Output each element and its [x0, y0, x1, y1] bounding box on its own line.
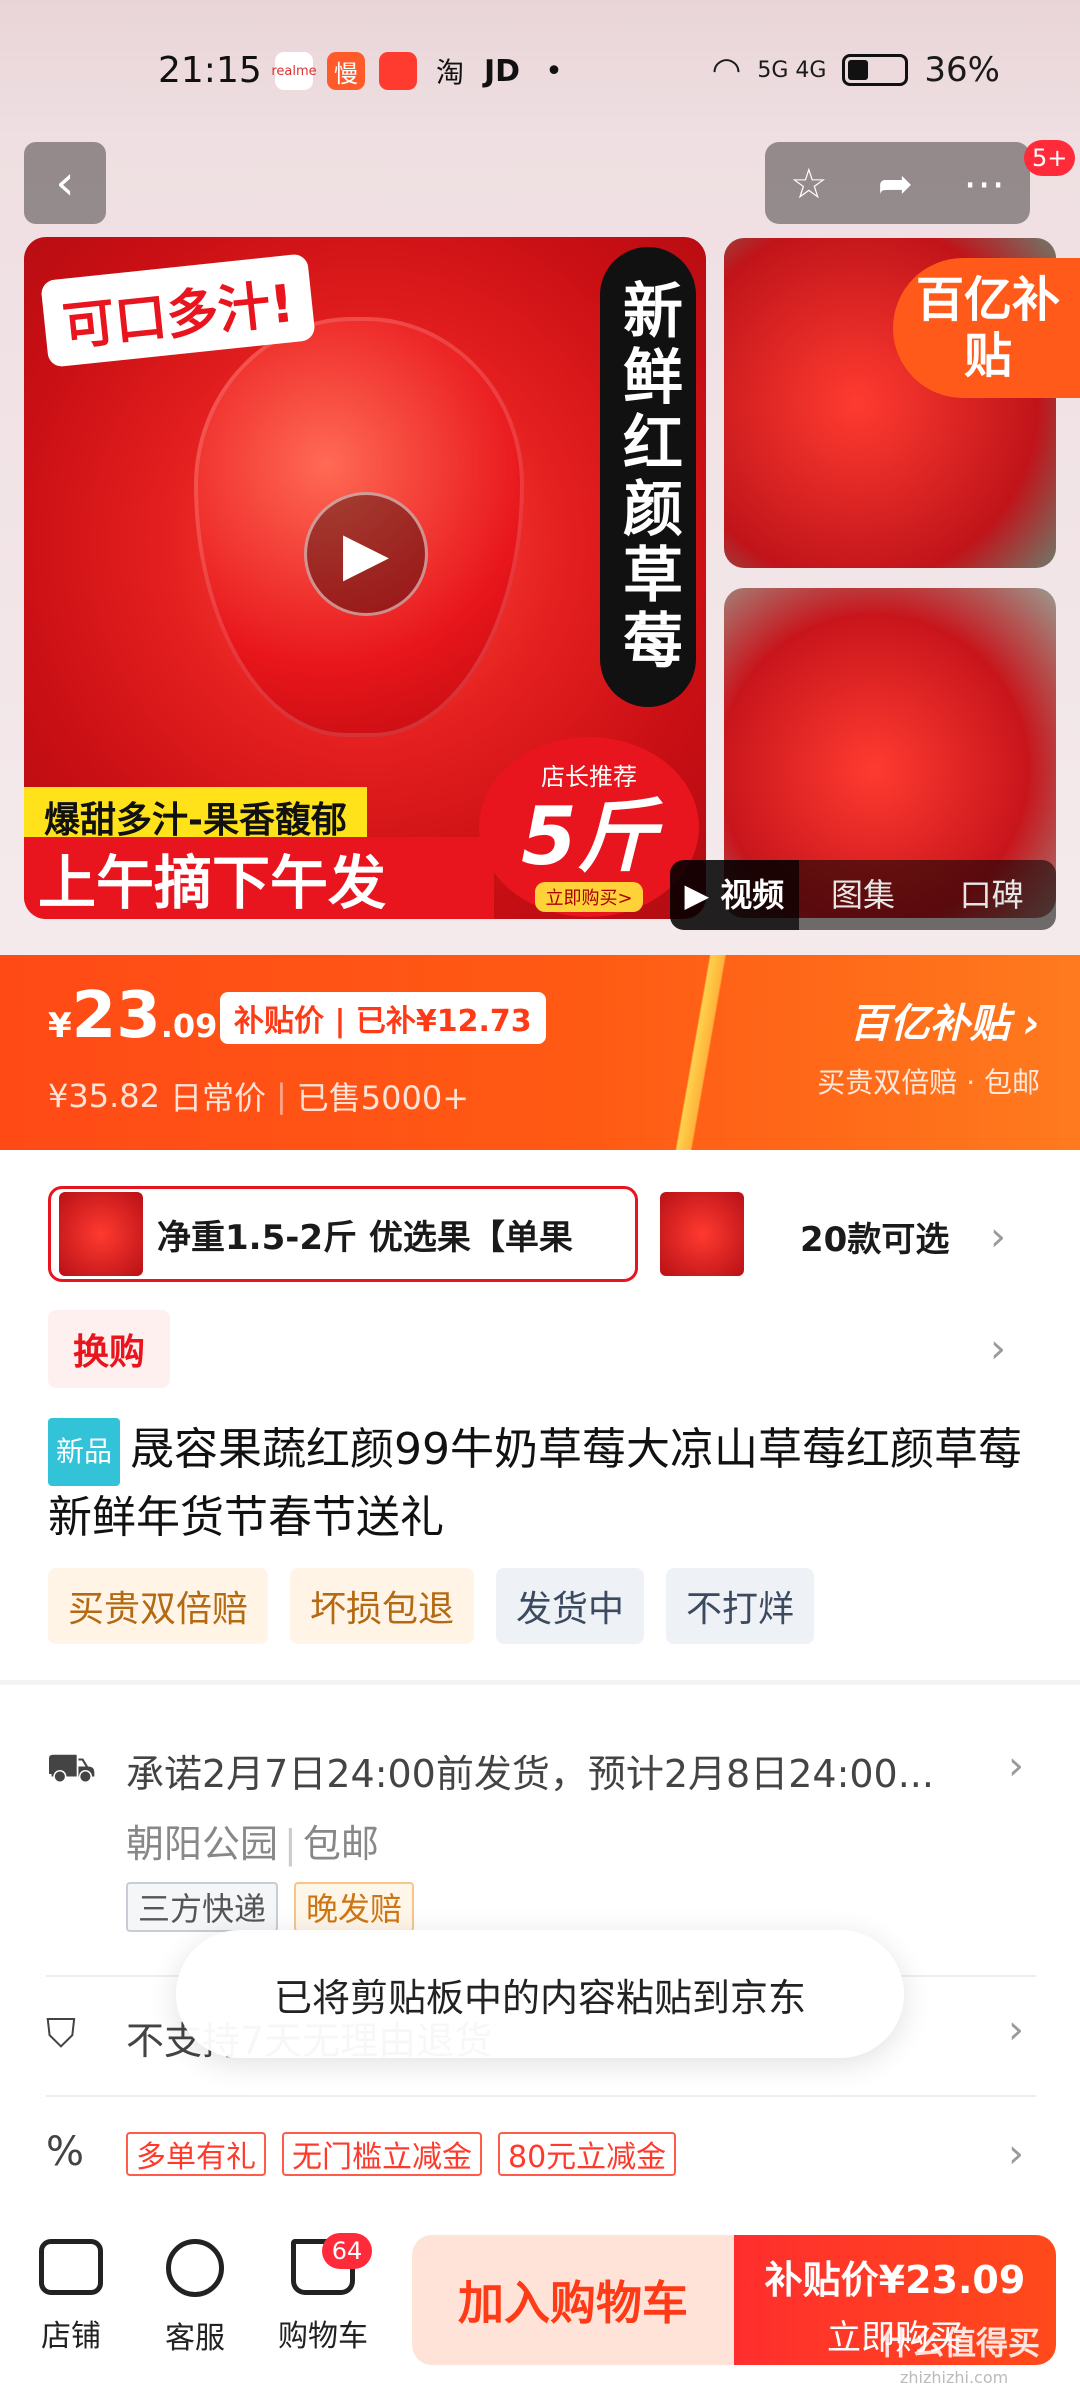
product-info-card: 净重1.5-2斤 优选果【单果 20款可选 › 换购 › 新品 晟容果蔬红颜99牛…	[0, 1150, 1080, 1680]
buy-price: 补贴价¥23.09	[764, 2258, 1026, 2302]
sku-option-selected[interactable]: 净重1.5-2斤 优选果【单果	[48, 1186, 638, 1282]
sku-option[interactable]	[660, 1192, 744, 1276]
store-icon	[39, 2239, 103, 2295]
product-title-text: 晟容果蔬红颜99牛奶草莓大凉山草莓红颜草莓新鲜年货节春节送礼	[48, 1424, 1023, 1543]
recommend-weight: 5斤	[521, 790, 657, 883]
sku-label: 净重1.5-2斤 优选果【单果	[157, 1217, 573, 1258]
play-icon[interactable]: ▶	[304, 492, 428, 616]
back-button[interactable]: ‹	[24, 142, 106, 224]
chevron-right-icon[interactable]: ›	[1008, 1743, 1024, 1789]
status-bar: 21:15 realme 慢 淘 JD • ◠ 5G 4G 36%	[0, 0, 1080, 140]
battery-icon	[842, 54, 909, 86]
ship-origin: 朝阳公园	[126, 1822, 279, 1866]
ship-tag: 晚发赔	[294, 1882, 415, 1932]
store-button[interactable]: 店铺	[16, 2239, 126, 2355]
watermark: 什么值得买	[880, 2324, 1041, 2362]
divider: |	[275, 1077, 287, 1115]
store-label: 店铺	[41, 2319, 101, 2354]
subsidy-corner-badge: 百亿补贴	[893, 258, 1080, 398]
taobao-app-icon: 淘	[435, 56, 464, 89]
product-title: 新品 晟容果蔬红颜99牛奶草莓大凉山草莓红颜草莓新鲜年货节春节送礼	[48, 1418, 1038, 1550]
customer-service-button[interactable]: 客服	[140, 2239, 250, 2357]
price-currency: ¥	[48, 1006, 72, 1046]
original-price-row: ¥35.82 日常价 | 已售5000+	[48, 1073, 469, 1119]
more-icon[interactable]: ⋯	[963, 159, 1005, 208]
image-recommend-badge: 店长推荐 5斤 立即购买>	[479, 737, 699, 917]
price-integer: 23	[71, 979, 161, 1053]
ship-tag: 三方快递	[126, 1882, 279, 1932]
realme-app-icon: realme	[271, 52, 317, 90]
service-icon	[166, 2239, 224, 2297]
main-product-image[interactable]: 可口多汁! 新鲜红颜草莓 爆甜多汁-果香馥郁 上午摘下午发 店长推荐 5斤 立即…	[24, 237, 706, 919]
current-price: ¥23.09	[48, 979, 217, 1053]
service-tag: 坏损包退	[290, 1568, 475, 1644]
original-price-label: 日常价	[169, 1079, 266, 1117]
image-vertical-title: 新鲜红颜草莓	[600, 247, 696, 707]
free-shipping: 包邮	[302, 1822, 379, 1866]
signal-icon: 5G 4G	[757, 57, 827, 83]
share-icon[interactable]: ➦	[878, 159, 913, 208]
service-tag: 不打烊	[666, 1568, 815, 1644]
watermark-sub: zhizhizhi.com	[900, 2368, 1009, 2387]
media-tabs: ▶ 视频 图集 口碑	[670, 860, 1056, 930]
recommend-label: 店长推荐	[541, 763, 637, 791]
service-label: 客服	[165, 2321, 225, 2356]
price-band: ¥23.09 补贴价 | 已补¥12.73 ¥35.82 日常价 | 已售500…	[0, 955, 1080, 1150]
tab-video[interactable]: ▶ 视频	[670, 860, 799, 930]
shield-icon: ⛉	[46, 2011, 76, 2057]
lightning-decoration	[640, 955, 760, 1150]
ship-tags: 三方快递 晚发赔	[126, 1882, 415, 1932]
wifi-icon: ◠	[711, 50, 742, 90]
chevron-right-icon[interactable]: ›	[990, 1326, 1006, 1372]
add-to-cart-button[interactable]: 加入购物车	[412, 2235, 734, 2365]
swap-tag[interactable]: 换购	[48, 1310, 170, 1388]
image-main-banner: 上午摘下午发	[24, 837, 494, 919]
top-action-group: ☆ ➦ ⋯	[765, 142, 1030, 224]
promo-tag: 80元立减金	[498, 2132, 677, 2176]
jd-app-icon: JD	[483, 53, 521, 89]
sold-count: 已售5000+	[296, 1079, 470, 1117]
subsidy-brand-sub: 买贵双倍赔 · 包邮	[817, 1066, 1040, 1099]
original-price: ¥35.82	[48, 1077, 160, 1115]
ship-promise[interactable]: 承诺2月7日24:00前发货，预计2月8日24:00...	[126, 1743, 934, 1798]
chevron-right-icon[interactable]: ›	[1008, 2131, 1024, 2177]
subsidy-brand-link[interactable]: 百亿补贴 ›	[850, 991, 1040, 1049]
discount-icon: %	[46, 2129, 85, 2175]
cart-count-badge: 64	[322, 2233, 372, 2269]
service-tags: 买贵双倍赔 坏损包退 发货中 不打烊	[48, 1568, 815, 1644]
promo-tag: 多单有礼	[126, 2132, 266, 2176]
subsidy-price-tag: 补贴价 | 已补¥12.73	[220, 992, 546, 1044]
chevron-right-icon[interactable]: ›	[990, 1214, 1006, 1260]
tab-reviews[interactable]: 口碑	[927, 860, 1056, 930]
status-app-icons: realme 慢 淘 JD •	[271, 52, 573, 90]
clipboard-toast: 已将剪贴板中的内容粘贴到京东	[176, 1930, 904, 2058]
price-decimal: .09	[160, 1007, 218, 1045]
new-badge: 新品	[48, 1418, 121, 1486]
recommend-buy: 立即购买>	[535, 882, 643, 912]
service-tag: 发货中	[496, 1568, 645, 1644]
divider	[46, 2095, 1036, 2097]
promo-tag: 无门槛立减金	[282, 2132, 482, 2176]
truck-icon: ⛟	[46, 1745, 97, 1791]
app-icon: 慢	[327, 52, 365, 90]
chevron-left-icon: ‹	[55, 155, 75, 211]
cart-label: 购物车	[278, 2319, 368, 2354]
chevron-right-icon[interactable]: ›	[1008, 2007, 1024, 2053]
app-icon	[379, 52, 417, 90]
sku-count[interactable]: 20款可选	[800, 1212, 949, 1261]
sku-thumbnail	[59, 1192, 143, 1276]
status-right: ◠ 5G 4G 36%	[712, 50, 1000, 90]
battery-percent: 36%	[924, 50, 1000, 90]
notification-badge: 5+	[1024, 140, 1076, 176]
tab-gallery[interactable]: 图集	[799, 860, 928, 930]
sku-selector: 净重1.5-2斤 优选果【单果	[48, 1186, 744, 1282]
star-icon[interactable]: ☆	[790, 159, 828, 208]
divider: |	[284, 1822, 297, 1866]
service-tag: 买贵双倍赔	[48, 1568, 269, 1644]
more-dot-icon: •	[545, 53, 563, 89]
ship-origin-row: 朝阳公园 | 包邮	[126, 1813, 379, 1868]
promo-tags[interactable]: 多单有礼 无门槛立减金 80元立减金	[126, 2132, 677, 2176]
status-time: 21:15	[158, 50, 262, 91]
